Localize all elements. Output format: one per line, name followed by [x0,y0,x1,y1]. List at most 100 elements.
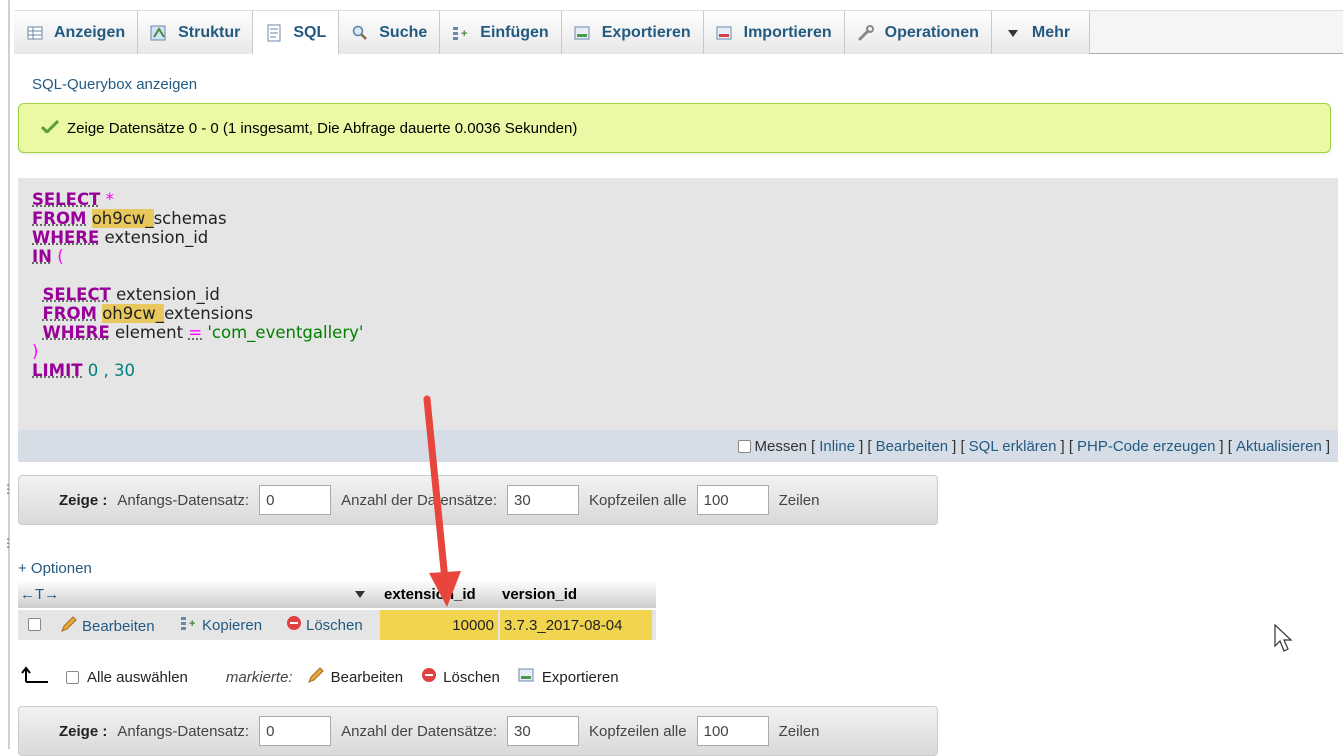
tab-label: Operationen [885,24,979,42]
sql-star: * [106,190,114,209]
start-row-input[interactable]: 0 [259,485,331,515]
tab-struktur[interactable]: Struktur [138,11,253,54]
sql-operator[interactable]: = [188,323,202,342]
cell-version-id[interactable]: 3.7.3_2017-08-04 [500,610,652,640]
resize-handle[interactable]: ⋮ [2,482,14,496]
svg-text:+: + [189,618,195,630]
pencil-icon [307,666,325,688]
messen-label: Messen [755,438,808,455]
options-link[interactable]: + Optionen [18,560,92,577]
inline-link[interactable]: Inline [819,438,855,455]
sql-keyword[interactable]: WHERE [43,323,110,342]
row-delete-action[interactable]: Löschen [286,615,363,635]
triangle-down-icon [1004,24,1022,42]
bulk-delete-label: Löschen [443,669,500,686]
sql-table-name: schemas [154,209,227,228]
explain-sql-link[interactable]: SQL erklären [969,438,1057,455]
row-edit-action[interactable]: Bearbeiten [60,615,155,637]
svg-text:+: + [461,28,467,40]
sql-keyword[interactable]: LIMIT [32,361,82,380]
row-copy-action[interactable]: + Kopieren [180,615,262,635]
sql-keyword[interactable]: SELECT [32,190,100,209]
count-label: Anzahl der Datensätze: [341,723,497,740]
left-frame-border [8,0,10,749]
select-all-label[interactable]: Alle auswählen [87,669,188,686]
table-prefix-highlight: oh9cw_ [92,209,154,228]
sql-keyword[interactable]: IN [32,247,52,266]
tab-suche[interactable]: Suche [339,11,440,54]
sql-query-display: SELECT * FROM oh9cw_schemas WHERE extens… [18,178,1338,430]
edit-query-link[interactable]: Bearbeiten [876,438,949,455]
show-label: Zeige : [59,723,107,740]
tab-einfuegen[interactable]: + Einfügen [440,11,561,54]
bulk-delete-button[interactable]: Löschen [421,667,500,687]
start-row-input[interactable]: 0 [259,716,331,746]
header-every-label: Kopfzeilen alle [589,492,687,509]
sql-column: extension_id [105,228,209,247]
delete-icon [421,667,437,687]
sql-icon [265,24,283,42]
pencil-icon [60,615,78,637]
table-prefix-highlight: oh9cw_ [102,304,164,323]
column-arrows-icon[interactable]: ←T→ [20,580,59,608]
header-every-label: Kopfzeilen alle [589,723,687,740]
top-tab-bar: Anzeigen Struktur SQL Suche + Einfügen E… [14,10,1343,54]
rows-label: Zeilen [779,492,820,509]
tab-label: SQL [293,24,326,42]
tab-exportieren[interactable]: Exportieren [562,11,704,54]
tab-label: Importieren [744,24,832,42]
import-icon [716,24,734,42]
header-every-input[interactable]: 100 [697,485,769,515]
bulk-export-button[interactable]: Exportieren [518,667,619,687]
marked-label: markierte: [226,669,293,686]
structure-icon [150,24,168,42]
row-count-input[interactable]: 30 [507,716,579,746]
start-label: Anfangs-Datensatz: [117,492,249,509]
bulk-edit-button[interactable]: Bearbeiten [307,666,404,688]
sql-column: extension_id [116,285,220,304]
refresh-link[interactable]: Aktualisieren [1236,438,1322,455]
export-icon [518,667,536,687]
sql-keyword[interactable]: WHERE [32,228,99,247]
select-all-checkbox[interactable] [66,671,79,684]
mouse-cursor-icon [1274,624,1296,654]
sql-action-bar: Messen [Inline] [ Bearbeiten] [ SQL erkl… [18,430,1338,462]
insert-icon: + [452,24,470,42]
delete-icon [286,615,302,635]
header-every-input[interactable]: 100 [697,716,769,746]
tab-importieren[interactable]: Importieren [704,11,845,54]
copy-label: Kopieren [202,617,262,634]
show-querybox-link[interactable]: SQL-Querybox anzeigen [32,76,197,93]
tab-label: Mehr [1032,24,1070,42]
tab-sql[interactable]: SQL [253,11,339,55]
sql-keyword[interactable]: FROM [43,304,97,323]
delete-label: Löschen [306,617,363,634]
row-count-input[interactable]: 30 [507,485,579,515]
tab-anzeigen[interactable]: Anzeigen [14,11,138,54]
sql-paren: ( [57,247,63,266]
table-icon [26,24,44,42]
tab-label: Suche [379,24,427,42]
column-sort-dropdown-icon[interactable] [354,580,366,608]
sql-keyword[interactable]: SELECT [43,285,111,304]
wrench-icon [857,24,875,42]
pagination-bar-top: Zeige : Anfangs-Datensatz: 0 Anzahl der … [18,475,938,525]
tab-label: Exportieren [602,24,691,42]
start-label: Anfangs-Datensatz: [117,723,249,740]
column-header-version-id[interactable]: version_id [502,580,577,608]
profiling-checkbox[interactable] [738,440,751,453]
annotation-arrow-icon [405,395,465,615]
sql-string: 'com_eventgallery' [207,323,363,342]
tab-label: Einfügen [480,24,548,42]
tab-operationen[interactable]: Operationen [845,11,992,54]
arrow-up-left-icon [18,666,58,688]
show-label: Zeige : [59,492,107,509]
sql-keyword[interactable]: FROM [32,209,86,228]
create-php-code-link[interactable]: PHP-Code erzeugen [1077,438,1215,455]
resize-handle-2[interactable]: ⋮ [2,536,14,550]
bulk-export-label: Exportieren [542,669,619,686]
tab-mehr[interactable]: Mehr [992,11,1090,54]
row-checkbox[interactable] [28,618,41,631]
search-icon [351,24,369,42]
table-row: Bearbeiten + Kopieren Löschen 10000 3.7.… [18,610,656,640]
